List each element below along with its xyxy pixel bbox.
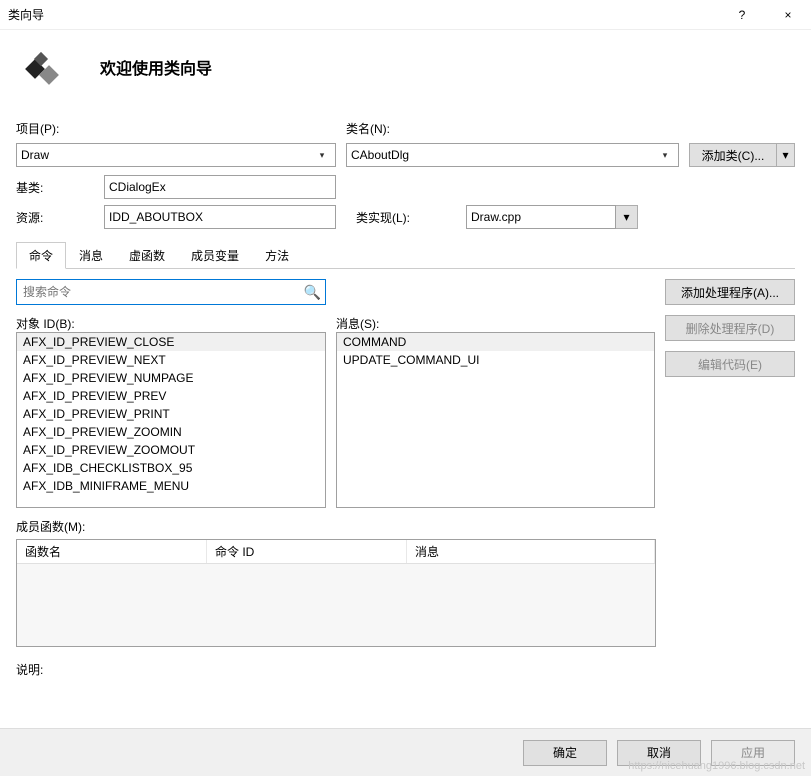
table-header: 函数名 命令 ID 消息 bbox=[17, 540, 655, 564]
list-item[interactable]: AFX_ID_PREVIEW_ZOOMIN bbox=[17, 423, 325, 441]
resource-label: 资源: bbox=[16, 209, 94, 226]
member-funcs-table[interactable]: 函数名 命令 ID 消息 bbox=[16, 539, 656, 647]
class-name-value: CAboutDlg bbox=[351, 148, 656, 162]
welcome-title: 欢迎使用类向导 bbox=[100, 55, 212, 79]
chevron-down-icon: ▾ bbox=[313, 150, 331, 161]
class-name-label: 类名(N): bbox=[346, 120, 665, 137]
wizard-logo-icon bbox=[20, 42, 70, 92]
delete-handler-button[interactable]: 删除处理程序(D) bbox=[665, 315, 795, 341]
window-title: 类向导 bbox=[8, 6, 719, 23]
chevron-down-icon: ▾ bbox=[623, 210, 629, 224]
list-item[interactable]: AFX_ID_PREVIEW_ZOOMOUT bbox=[17, 441, 325, 459]
base-class-field: CDialogEx bbox=[104, 175, 336, 199]
list-item[interactable]: AFX_ID_PREVIEW_NEXT bbox=[17, 351, 325, 369]
list-item[interactable]: AFX_ID_PREVIEW_PRINT bbox=[17, 405, 325, 423]
add-handler-button[interactable]: 添加处理程序(A)... bbox=[665, 279, 795, 305]
list-item[interactable]: AFX_IDB_CHECKLISTBOX_95 bbox=[17, 459, 325, 477]
tab-messages[interactable]: 消息 bbox=[66, 242, 116, 269]
help-button[interactable]: ? bbox=[719, 0, 765, 30]
class-impl-field[interactable]: Draw.cpp bbox=[466, 205, 616, 229]
add-class-split-button[interactable]: 添加类(C)... ▾ bbox=[689, 143, 795, 167]
tab-methods[interactable]: 方法 bbox=[252, 242, 302, 269]
add-class-button[interactable]: 添加类(C)... bbox=[689, 143, 777, 167]
tab-member-vars[interactable]: 成员变量 bbox=[178, 242, 252, 269]
th-msg[interactable]: 消息 bbox=[407, 540, 655, 563]
list-item[interactable]: AFX_ID_PREVIEW_NUMPAGE bbox=[17, 369, 325, 387]
project-combo[interactable]: Draw ▾ bbox=[16, 143, 336, 167]
cancel-button[interactable]: 取消 bbox=[617, 740, 701, 766]
list-item[interactable]: AFX_ID_PREVIEW_PREV bbox=[17, 387, 325, 405]
list-item[interactable]: AFX_IDB_MINIFRAME_MENU bbox=[17, 477, 325, 495]
th-func[interactable]: 函数名 bbox=[17, 540, 207, 563]
description-label: 说明: bbox=[16, 661, 795, 678]
search-box[interactable]: 🔍 bbox=[16, 279, 326, 305]
dialog-button-bar: 确定 取消 应用 bbox=[0, 728, 811, 776]
class-impl-label: 类实现(L): bbox=[346, 209, 456, 226]
resource-field: IDD_ABOUTBOX bbox=[104, 205, 336, 229]
ok-button[interactable]: 确定 bbox=[523, 740, 607, 766]
messages-label: 消息(S): bbox=[336, 315, 655, 332]
class-impl-dropdown[interactable]: ▾ bbox=[616, 205, 638, 229]
chevron-down-icon: ▾ bbox=[782, 148, 788, 162]
object-ids-label: 对象 ID(B): bbox=[16, 315, 326, 332]
tabstrip: 命令 消息 虚函数 成员变量 方法 bbox=[16, 241, 795, 269]
object-ids-list[interactable]: AFX_ID_PREVIEW_CLOSE AFX_ID_PREVIEW_NEXT… bbox=[16, 332, 326, 508]
class-name-combo[interactable]: CAboutDlg ▾ bbox=[346, 143, 679, 167]
list-item[interactable]: COMMAND bbox=[337, 333, 654, 351]
titlebar: 类向导 ? × bbox=[0, 0, 811, 30]
messages-list[interactable]: COMMAND UPDATE_COMMAND_UI bbox=[336, 332, 655, 508]
edit-code-button[interactable]: 编辑代码(E) bbox=[665, 351, 795, 377]
search-icon: 🔍 bbox=[304, 284, 321, 301]
member-funcs-label: 成员函数(M): bbox=[16, 518, 795, 535]
chevron-down-icon: ▾ bbox=[656, 150, 674, 161]
tab-commands[interactable]: 命令 bbox=[16, 242, 66, 269]
base-class-label: 基类: bbox=[16, 179, 94, 196]
th-cmdid[interactable]: 命令 ID bbox=[207, 540, 407, 563]
search-input[interactable] bbox=[21, 284, 304, 300]
project-label: 项目(P): bbox=[16, 120, 336, 137]
add-class-dropdown[interactable]: ▾ bbox=[777, 143, 795, 167]
content-area: 项目(P): 类名(N): Draw ▾ CAboutDlg ▾ 添加类(C).… bbox=[0, 120, 811, 678]
project-value: Draw bbox=[21, 148, 313, 162]
header: 欢迎使用类向导 bbox=[0, 30, 811, 120]
list-item[interactable]: AFX_ID_PREVIEW_CLOSE bbox=[17, 333, 325, 351]
apply-button[interactable]: 应用 bbox=[711, 740, 795, 766]
tab-virtual[interactable]: 虚函数 bbox=[116, 242, 178, 269]
list-item[interactable]: UPDATE_COMMAND_UI bbox=[337, 351, 654, 369]
close-button[interactable]: × bbox=[765, 0, 811, 30]
